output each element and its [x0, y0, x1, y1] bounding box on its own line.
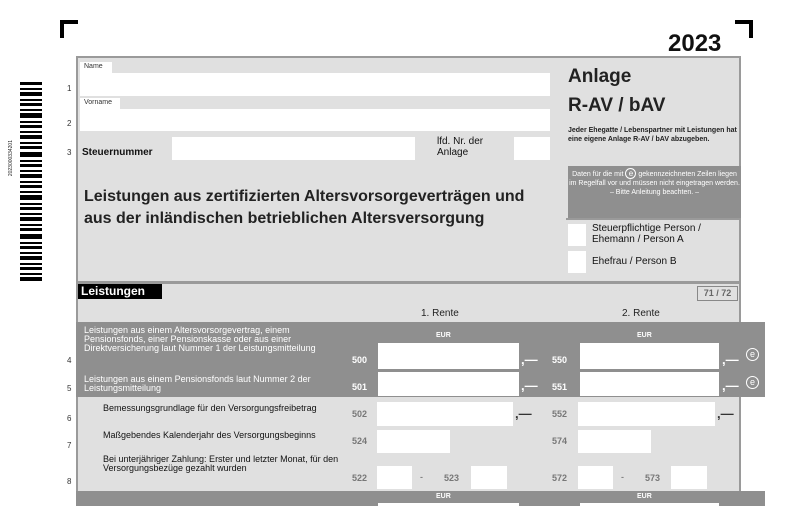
- info-box: Daten für die mit e gekennzeichneten Zei…: [568, 166, 741, 218]
- row-8-text: Bei unterjähriger Zahlung: Erster und le…: [103, 454, 339, 473]
- steuernummer-field[interactable]: [172, 137, 415, 160]
- row-7-code-1: 524: [352, 436, 368, 446]
- corner-mark-top-left: [60, 20, 78, 38]
- divider: [566, 218, 741, 220]
- row-4-amount-1[interactable]: [378, 343, 519, 369]
- vorname-field[interactable]: [80, 109, 550, 131]
- person-a-checkbox[interactable]: [568, 224, 586, 246]
- row-6-suffix-2: ,—: [717, 406, 734, 421]
- row-7-text: Maßgebendes Kalenderjahr des Versorgungs…: [103, 430, 316, 440]
- row-7-year-1[interactable]: [377, 430, 450, 453]
- currency-label-4: EUR: [637, 493, 652, 500]
- line-number-2: 2: [67, 119, 72, 128]
- row-4-suffix-2: ,—: [722, 352, 739, 367]
- row-5-code-2: 551: [552, 382, 568, 392]
- row-5-text: Leistungen aus einem Pensionsfonds laut …: [84, 374, 311, 393]
- row-4-text: Leistungen aus einem Altersvorsorgevertr…: [84, 325, 316, 353]
- currency-label-2: EUR: [637, 332, 652, 339]
- row-5-suffix-2: ,—: [722, 378, 739, 393]
- page-codes: 71 / 72: [697, 286, 738, 301]
- form-title: Leistungen aus zertifizierten Altersvors…: [84, 188, 525, 227]
- row-5-amount-1[interactable]: [378, 372, 519, 396]
- row-4-code-2: 550: [552, 355, 568, 365]
- row-8-code-2b: 573: [645, 473, 661, 483]
- row-6-amount-2[interactable]: [578, 402, 715, 426]
- row-8-month-from-1[interactable]: [377, 466, 412, 489]
- e-marker-icon: e: [746, 376, 759, 389]
- form-year: 2023: [668, 30, 722, 57]
- row-6-amount-1[interactable]: [377, 402, 513, 426]
- row-8-code-2: 572: [552, 473, 568, 483]
- section-title: Leistungen: [78, 284, 162, 299]
- section-divider: [76, 281, 741, 284]
- row-8-month-to-2[interactable]: [671, 466, 707, 489]
- currency-label-3: EUR: [436, 493, 451, 500]
- line-number-4: 4: [67, 356, 72, 365]
- row-6-code-2: 552: [552, 409, 568, 419]
- row-8-separator-1: -: [420, 472, 423, 482]
- row-6-suffix-1: ,—: [515, 406, 532, 421]
- barcode: [20, 82, 42, 282]
- info-text-pre: Daten für die mit: [572, 171, 624, 178]
- corner-mark-top-right: [735, 20, 753, 38]
- anlage-title: Anlage: [568, 66, 632, 87]
- row-4-amount-2[interactable]: [580, 343, 719, 369]
- row-8-code-1b: 523: [444, 473, 460, 483]
- row-8-month-from-2[interactable]: [578, 466, 613, 489]
- lfd-nr-label: lfd. Nr. der Anlage: [437, 136, 484, 158]
- person-a-label: Steuerpflichtige Person / Ehemann / Pers…: [592, 223, 701, 245]
- row-6-code-1: 502: [352, 409, 368, 419]
- row-5-suffix-1: ,—: [521, 378, 538, 393]
- row-5-amount-2[interactable]: [580, 372, 719, 396]
- person-b-checkbox[interactable]: [568, 251, 586, 273]
- anlage-instructions: Jeder Ehegatte / Lebenspartner mit Leist…: [568, 127, 737, 143]
- e-marker-icon: e: [746, 348, 759, 361]
- row-5-code-1: 501: [352, 382, 368, 392]
- row-7-code-2: 574: [552, 436, 568, 446]
- line-number-1: 1: [67, 84, 72, 93]
- name-label-box: Name: [80, 62, 112, 73]
- person-b-label: Ehefrau / Person B: [592, 256, 677, 267]
- line-number-6: 6: [67, 414, 72, 423]
- line-number-3: 3: [67, 148, 72, 157]
- line-number-8: 8: [67, 477, 72, 486]
- e-marker-icon: e: [625, 168, 637, 179]
- row-4-suffix-1: ,—: [521, 352, 538, 367]
- rente1-header: 1. Rente: [421, 308, 459, 319]
- name-field[interactable]: [80, 73, 550, 96]
- steuernummer-label: Steuernummer: [82, 147, 153, 158]
- line-number-7: 7: [67, 441, 72, 450]
- rente2-header: 2. Rente: [622, 308, 660, 319]
- row-6-text: Bemessungsgrundlage für den Versorgungsf…: [103, 403, 317, 413]
- row-8-code-1: 522: [352, 473, 368, 483]
- row-8-separator-2: -: [621, 472, 624, 482]
- name-label: Name: [84, 63, 103, 70]
- lfd-nr-field[interactable]: [514, 137, 550, 160]
- barcode-number: 2023000334201: [8, 140, 14, 177]
- currency-label-1: EUR: [436, 332, 451, 339]
- vorname-label-box: Vorname: [80, 98, 120, 109]
- vorname-label: Vorname: [84, 99, 113, 106]
- anlage-subtitle: R-AV / bAV: [568, 95, 666, 116]
- row-4-code-1: 500: [352, 355, 368, 365]
- line-number-5: 5: [67, 384, 72, 393]
- row-8-month-to-1[interactable]: [471, 466, 507, 489]
- row-7-year-2[interactable]: [578, 430, 651, 453]
